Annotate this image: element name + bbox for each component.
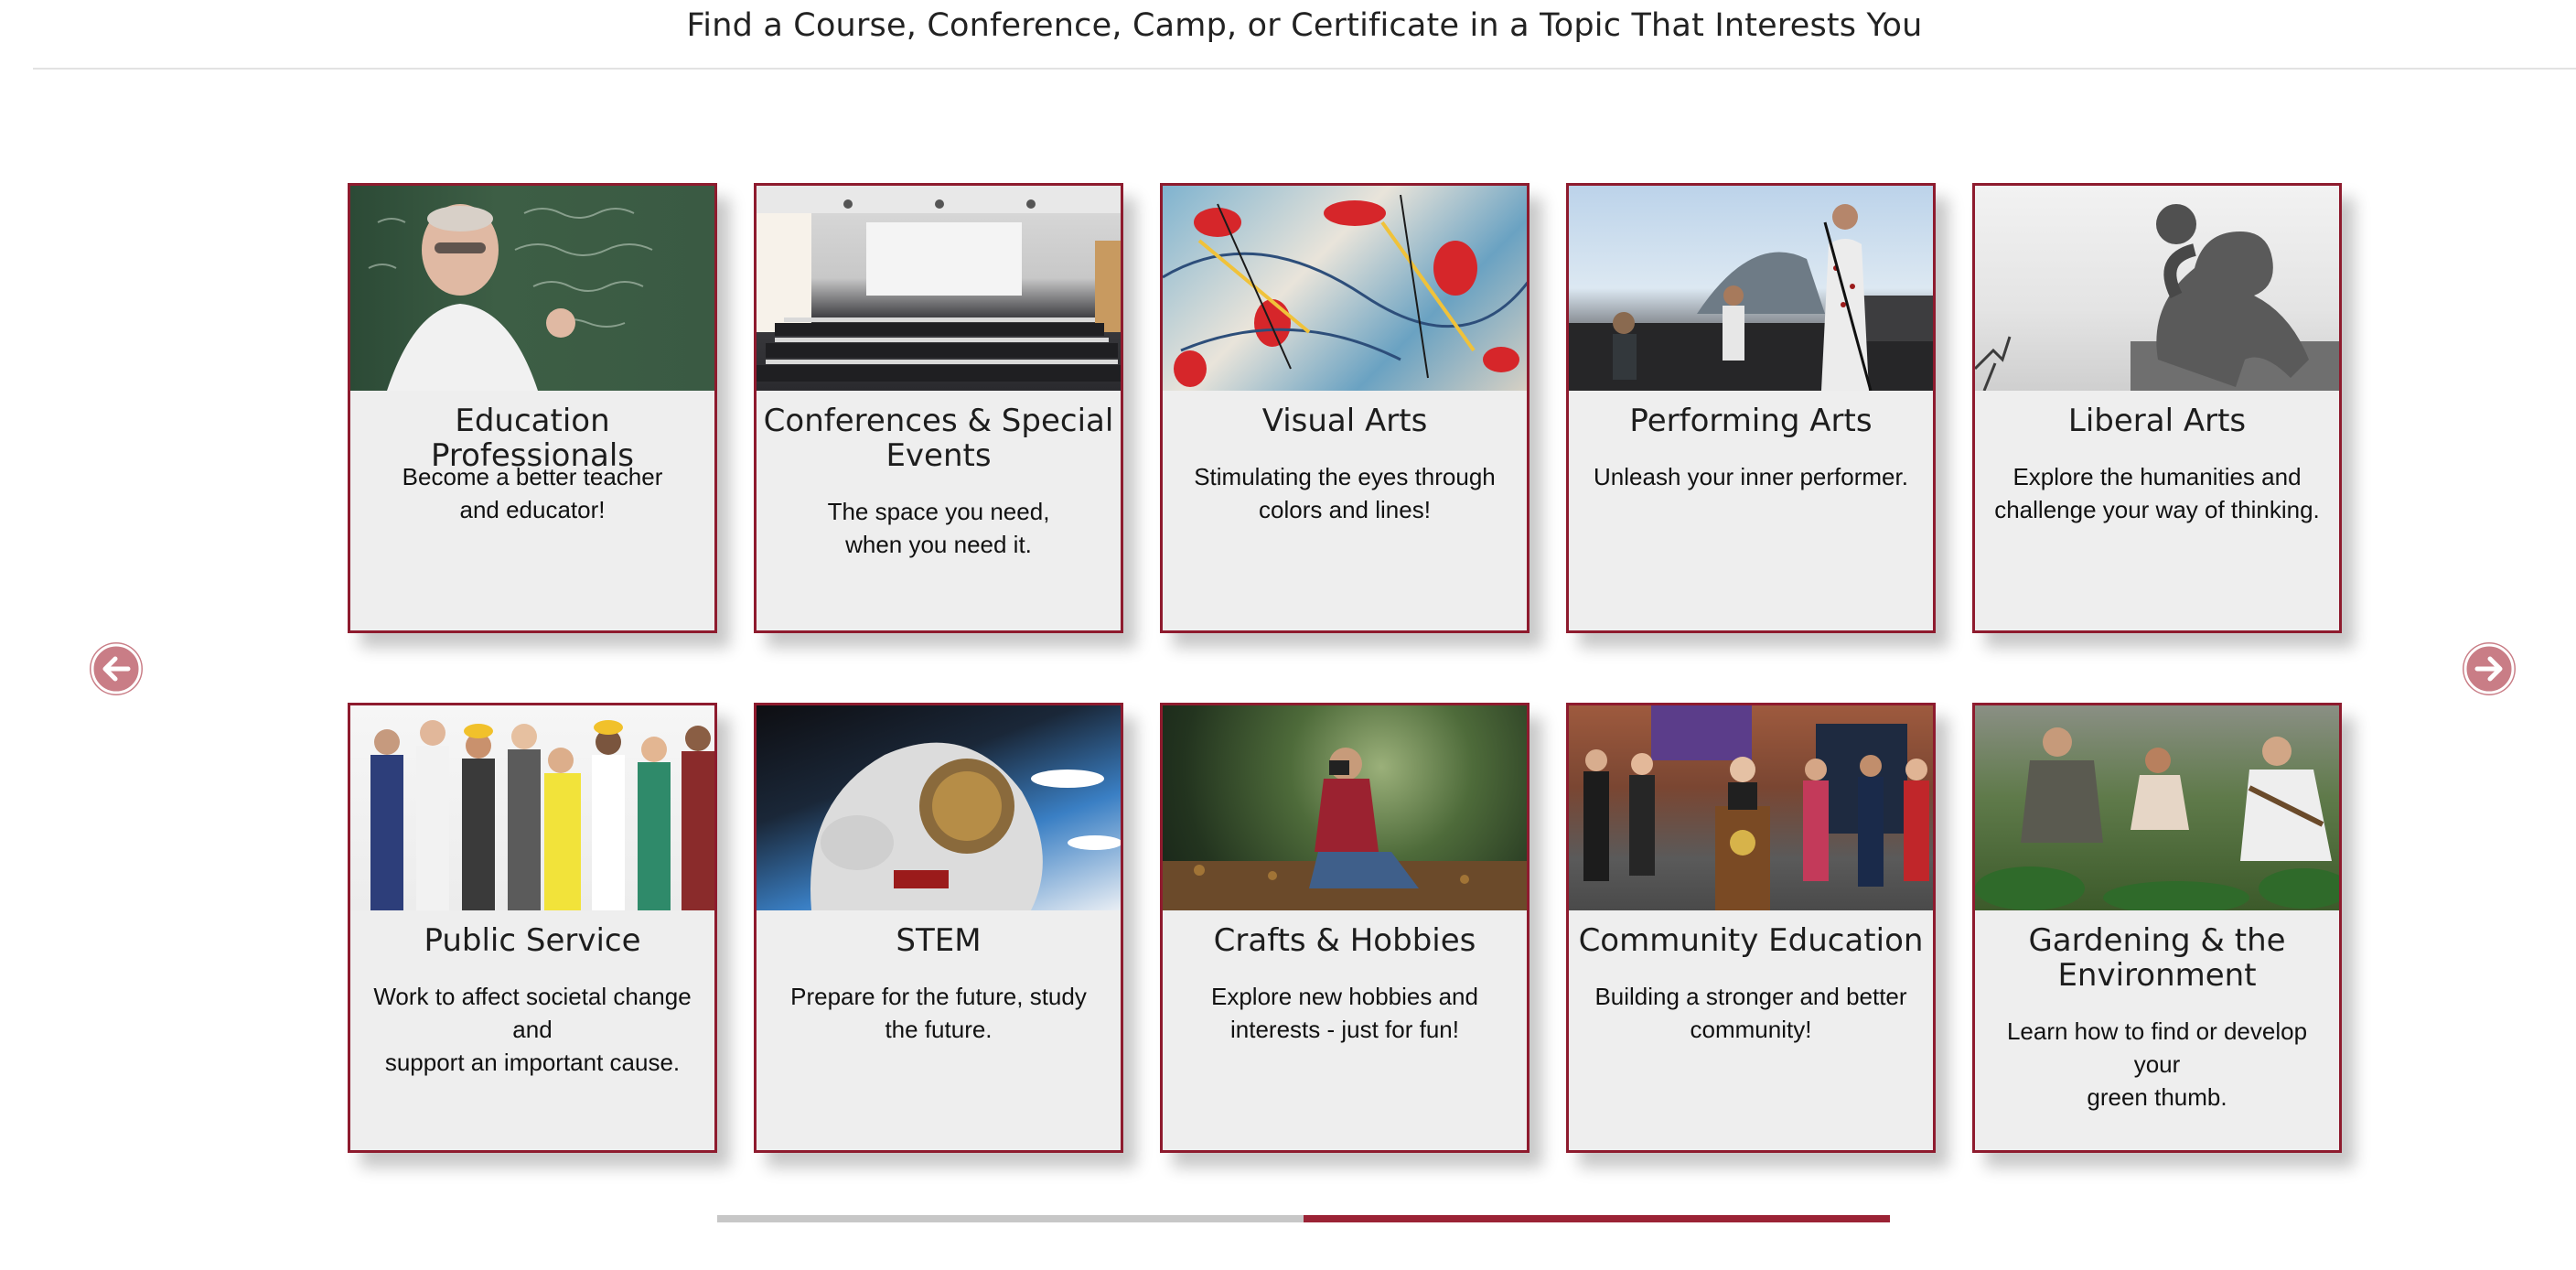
card-title: STEM: [896, 922, 982, 959]
carousel-next-button[interactable]: [2463, 642, 2516, 695]
carousel-progress-fill: [1304, 1215, 1890, 1222]
card-title: Crafts & Hobbies: [1213, 922, 1476, 959]
card-image-concert-stage: [1569, 186, 1933, 392]
carousel-prev-button[interactable]: [90, 642, 143, 695]
card-image-teacher: [350, 186, 714, 391]
card-title: Public Service: [424, 922, 641, 959]
card-description: Stimulating the eyes through colors and l…: [1194, 463, 1496, 523]
card-description: Unleash your inner performer.: [1594, 463, 1908, 490]
card-description: Building a stronger and better community!: [1594, 983, 1907, 1043]
card-title: Conferences & Special Events: [763, 403, 1114, 474]
category-card-stem[interactable]: STEM Prepare for the future, study the fu…: [754, 703, 1123, 1153]
card-description: The space you need, when you need it.: [827, 498, 1050, 558]
card-image-abstract-paint: [1163, 186, 1527, 391]
card-description: Prepare for the future, study the future.: [790, 983, 1087, 1043]
category-card-performing-arts[interactable]: Performing Arts Unleash your inner perfo…: [1566, 183, 1936, 633]
card-image-gardening: [1975, 705, 2339, 914]
card-description: Become a better teacher and educator!: [402, 463, 663, 523]
card-description: Work to affect societal change and suppor…: [373, 983, 692, 1076]
arrow-right-circle-icon: [2463, 643, 2515, 694]
carousel-progress-bar: [717, 1215, 1890, 1222]
card-image-podium-speech: [1569, 705, 1933, 910]
card-image-professionals-group: [350, 705, 714, 910]
category-card-crafts-hobbies[interactable]: Crafts & Hobbies Explore new hobbies and…: [1160, 703, 1530, 1153]
card-description: Learn how to find or develop your green t…: [2006, 1017, 2308, 1111]
card-image-photographer-forest: [1163, 705, 1527, 910]
category-card-education-professionals[interactable]: Education Professionals Become a better …: [348, 183, 717, 633]
category-card-community-education[interactable]: Community Education Building a stronger …: [1566, 703, 1936, 1153]
card-title: Performing Arts: [1629, 403, 1873, 439]
card-image-astronaut: [757, 705, 1121, 910]
card-title: Gardening & the Environment: [2028, 922, 2286, 994]
card-description: Explore the humanities and challenge your…: [1994, 463, 2320, 523]
category-card-conferences[interactable]: Conferences & Special Events The space y…: [754, 183, 1123, 633]
category-card-gardening-environment[interactable]: Gardening & the Environment Learn how to…: [1972, 703, 2342, 1153]
card-title: Community Education: [1578, 922, 1924, 959]
category-card-public-service[interactable]: Public Service Work to affect societal c…: [348, 703, 717, 1153]
page-title: Find a Course, Conference, Camp, or Cert…: [686, 7, 1923, 44]
page-header: Find a Course, Conference, Camp, or Cert…: [33, 0, 2576, 70]
category-card-liberal-arts[interactable]: Liberal Arts Explore the humanities and c…: [1972, 183, 2342, 633]
category-card-visual-arts[interactable]: Visual Arts Stimulating the eyes through…: [1160, 183, 1530, 633]
card-image-conference-hall: [757, 186, 1121, 391]
card-title: Visual Arts: [1261, 403, 1428, 439]
card-image-thinker-statue: [1975, 186, 2339, 392]
card-description: Explore new hobbies and interests - just …: [1211, 983, 1478, 1043]
arrow-left-circle-icon: [91, 643, 142, 694]
card-title: Liberal Arts: [2067, 403, 2247, 439]
